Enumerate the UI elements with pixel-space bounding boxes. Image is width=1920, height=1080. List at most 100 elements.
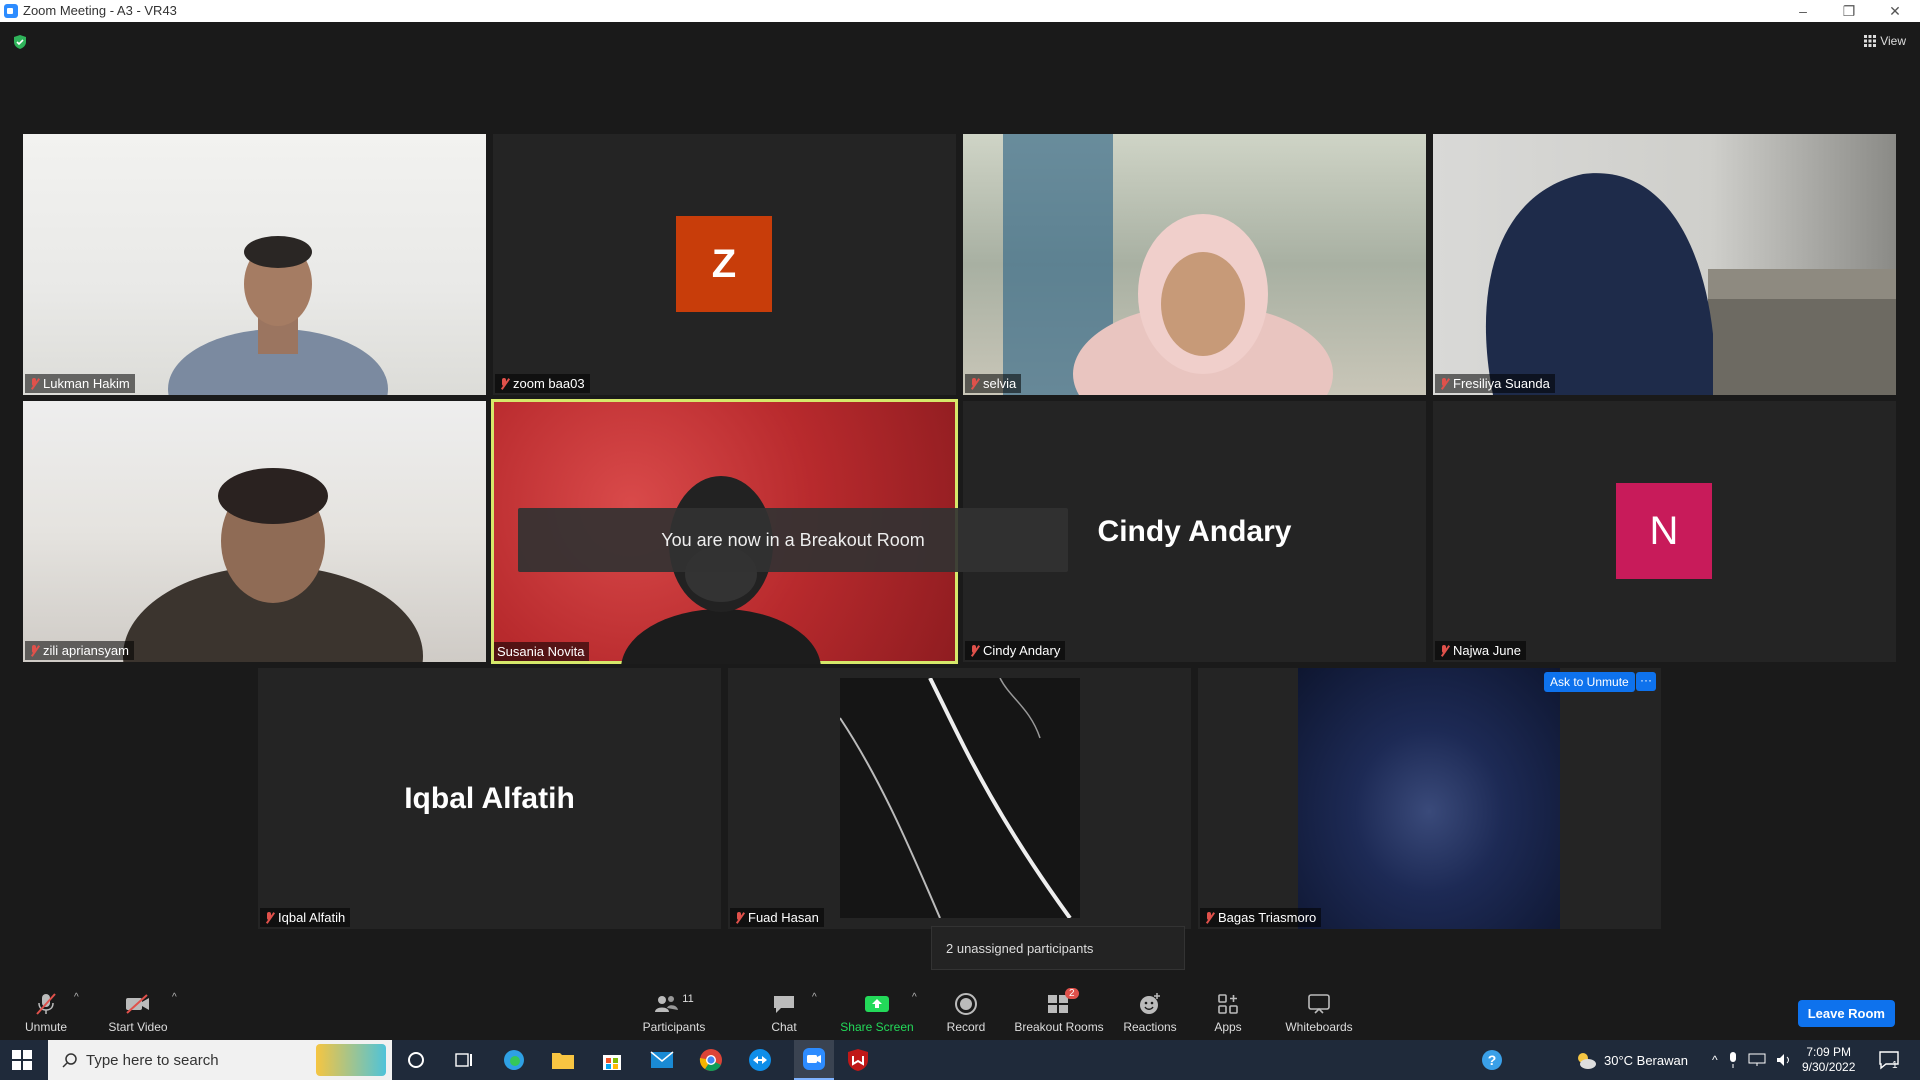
restore-button[interactable]: ❐	[1826, 0, 1872, 22]
video-tile-lukman[interactable]: Lukman Hakim	[23, 134, 486, 395]
video-tile-najwa[interactable]: N Najwa June	[1433, 401, 1896, 662]
unmute-button[interactable]: Unmute	[18, 978, 74, 1034]
video-tile-fresiliya[interactable]: Fresiliya Suanda	[1433, 134, 1896, 395]
network-icon[interactable]	[1748, 1053, 1766, 1067]
chat-icon	[774, 995, 794, 1013]
mail-icon[interactable]	[648, 1046, 676, 1074]
video-tile-bagas[interactable]: Bagas Triasmoro	[1198, 668, 1661, 929]
mcafee-icon[interactable]	[844, 1046, 872, 1074]
windows-start-icon[interactable]	[12, 1050, 32, 1070]
share-screen-icon	[865, 995, 889, 1012]
breakout-rooms-button[interactable]: 2 Breakout Rooms	[1012, 978, 1106, 1034]
weather-widget[interactable]: 30°C Berawan	[1574, 1040, 1688, 1080]
weather-text: 30°C Berawan	[1604, 1052, 1688, 1068]
participant-name: selvia	[983, 376, 1017, 391]
help-icon[interactable]: ?	[1478, 1046, 1506, 1074]
participants-label: Participants	[642, 1020, 706, 1034]
clock-date: 9/30/2022	[1802, 1060, 1856, 1074]
participants-button[interactable]: 11 Participants	[640, 978, 708, 1035]
security-shield-icon[interactable]	[12, 34, 28, 50]
participant-name: zili apriansyam	[43, 643, 129, 658]
video-tile-zoom-baa03[interactable]: Z zoom baa03	[493, 134, 956, 395]
zoom-taskbar-icon[interactable]	[794, 1040, 834, 1080]
mic-muted-icon	[1438, 377, 1450, 390]
whiteboards-button[interactable]: Whiteboards	[1280, 978, 1358, 1034]
notification-count: 1	[1892, 1059, 1898, 1071]
share-options-caret[interactable]: ^	[912, 992, 917, 1003]
chat-button[interactable]: Chat	[762, 978, 806, 1034]
chrome-icon[interactable]	[697, 1046, 725, 1074]
record-button[interactable]: Record	[944, 978, 988, 1034]
unassigned-participants-tooltip: 2 unassigned participants	[931, 926, 1185, 970]
mic-muted-icon	[1438, 644, 1450, 657]
mic-muted-icon	[733, 911, 745, 924]
microphone-icon[interactable]	[1728, 1052, 1738, 1068]
audio-options-caret[interactable]: ^	[74, 992, 79, 1003]
mic-muted-icon	[498, 377, 510, 390]
record-label: Record	[946, 1020, 986, 1034]
video-tile-selvia[interactable]: selvia	[963, 134, 1426, 395]
video-tile-fuad[interactable]: Fuad Hasan	[728, 668, 1191, 929]
teamviewer-icon[interactable]	[746, 1046, 774, 1074]
name-tag: Cindy Andary	[965, 641, 1066, 660]
reactions-icon	[1140, 992, 1160, 1014]
avatar: Z	[676, 216, 772, 312]
meeting-toolbar: Unmute ^ Start Video ^ 11 Participants C…	[0, 978, 1920, 1034]
chat-options-caret[interactable]: ^	[812, 992, 817, 1003]
name-tag: Susania Novita	[494, 642, 590, 661]
mic-muted-icon	[36, 992, 56, 1015]
name-tag: Najwa June	[1435, 641, 1526, 660]
system-tray: ^	[1712, 1040, 1794, 1080]
reactions-label: Reactions	[1123, 1020, 1177, 1034]
taskbar-search-box[interactable]: Type here to search	[48, 1040, 392, 1080]
participant-name: Susania Novita	[497, 644, 585, 659]
participant-name: Lukman Hakim	[43, 376, 130, 391]
participant-name: Fresiliya Suanda	[1453, 376, 1550, 391]
whiteboards-label: Whiteboards	[1285, 1020, 1353, 1034]
minimize-button[interactable]: –	[1780, 0, 1826, 22]
volume-icon[interactable]	[1776, 1053, 1794, 1067]
participant-video	[1485, 173, 1896, 395]
name-tag: zoom baa03	[495, 374, 590, 393]
participants-count: 11	[682, 992, 694, 1005]
search-highlight-icon	[316, 1044, 386, 1076]
reactions-button[interactable]: Reactions	[1120, 978, 1180, 1034]
more-options-button[interactable]: ···	[1636, 672, 1656, 691]
apps-button[interactable]: Apps	[1206, 978, 1250, 1034]
participant-video	[1298, 668, 1560, 929]
close-button[interactable]: ✕	[1872, 0, 1918, 22]
video-tile-iqbal[interactable]: Iqbal Alfatih Iqbal Alfatih	[258, 668, 721, 929]
window-title: Zoom Meeting - A3 - VR43	[23, 3, 177, 18]
file-explorer-icon[interactable]	[549, 1046, 577, 1074]
task-view-icon[interactable]	[450, 1046, 478, 1074]
participant-display-name: Iqbal Alfatih	[404, 781, 575, 815]
video-options-caret[interactable]: ^	[172, 992, 177, 1003]
participant-video	[168, 236, 388, 395]
mic-muted-icon	[28, 377, 40, 390]
video-tile-zili[interactable]: zili apriansyam	[23, 401, 486, 662]
participants-icon	[655, 995, 679, 1012]
cortana-icon[interactable]	[402, 1046, 430, 1074]
participant-video	[1003, 134, 1333, 395]
participant-name: zoom baa03	[513, 376, 585, 391]
breakout-rooms-badge: 2	[1065, 988, 1079, 999]
view-button[interactable]: View	[1864, 34, 1906, 48]
name-tag: Iqbal Alfatih	[260, 908, 351, 927]
leave-room-button[interactable]: Leave Room	[1797, 1000, 1895, 1027]
apps-label: Apps	[1214, 1020, 1242, 1034]
edge-browser-icon[interactable]	[500, 1046, 528, 1074]
participant-name: Cindy Andary	[983, 643, 1061, 658]
notification-center[interactable]: 1	[1878, 1040, 1899, 1080]
clock[interactable]: 7:09 PM 9/30/2022	[1802, 1040, 1855, 1080]
name-tag: Lukman Hakim	[25, 374, 135, 393]
participant-name: Fuad Hasan	[748, 910, 819, 925]
microsoft-store-icon[interactable]	[598, 1046, 626, 1074]
mic-muted-icon	[968, 377, 980, 390]
start-video-button[interactable]: Start Video	[106, 978, 170, 1034]
share-screen-button[interactable]: Share Screen	[840, 978, 914, 1034]
mic-muted-icon	[28, 644, 40, 657]
windows-taskbar: Type here to search ? 30°C Berawan ^ 7:0…	[0, 1040, 1920, 1080]
ask-to-unmute-button[interactable]: Ask to Unmute	[1544, 672, 1635, 692]
svg-text:?: ?	[1488, 1052, 1497, 1068]
chevron-up-icon[interactable]: ^	[1712, 1053, 1718, 1067]
